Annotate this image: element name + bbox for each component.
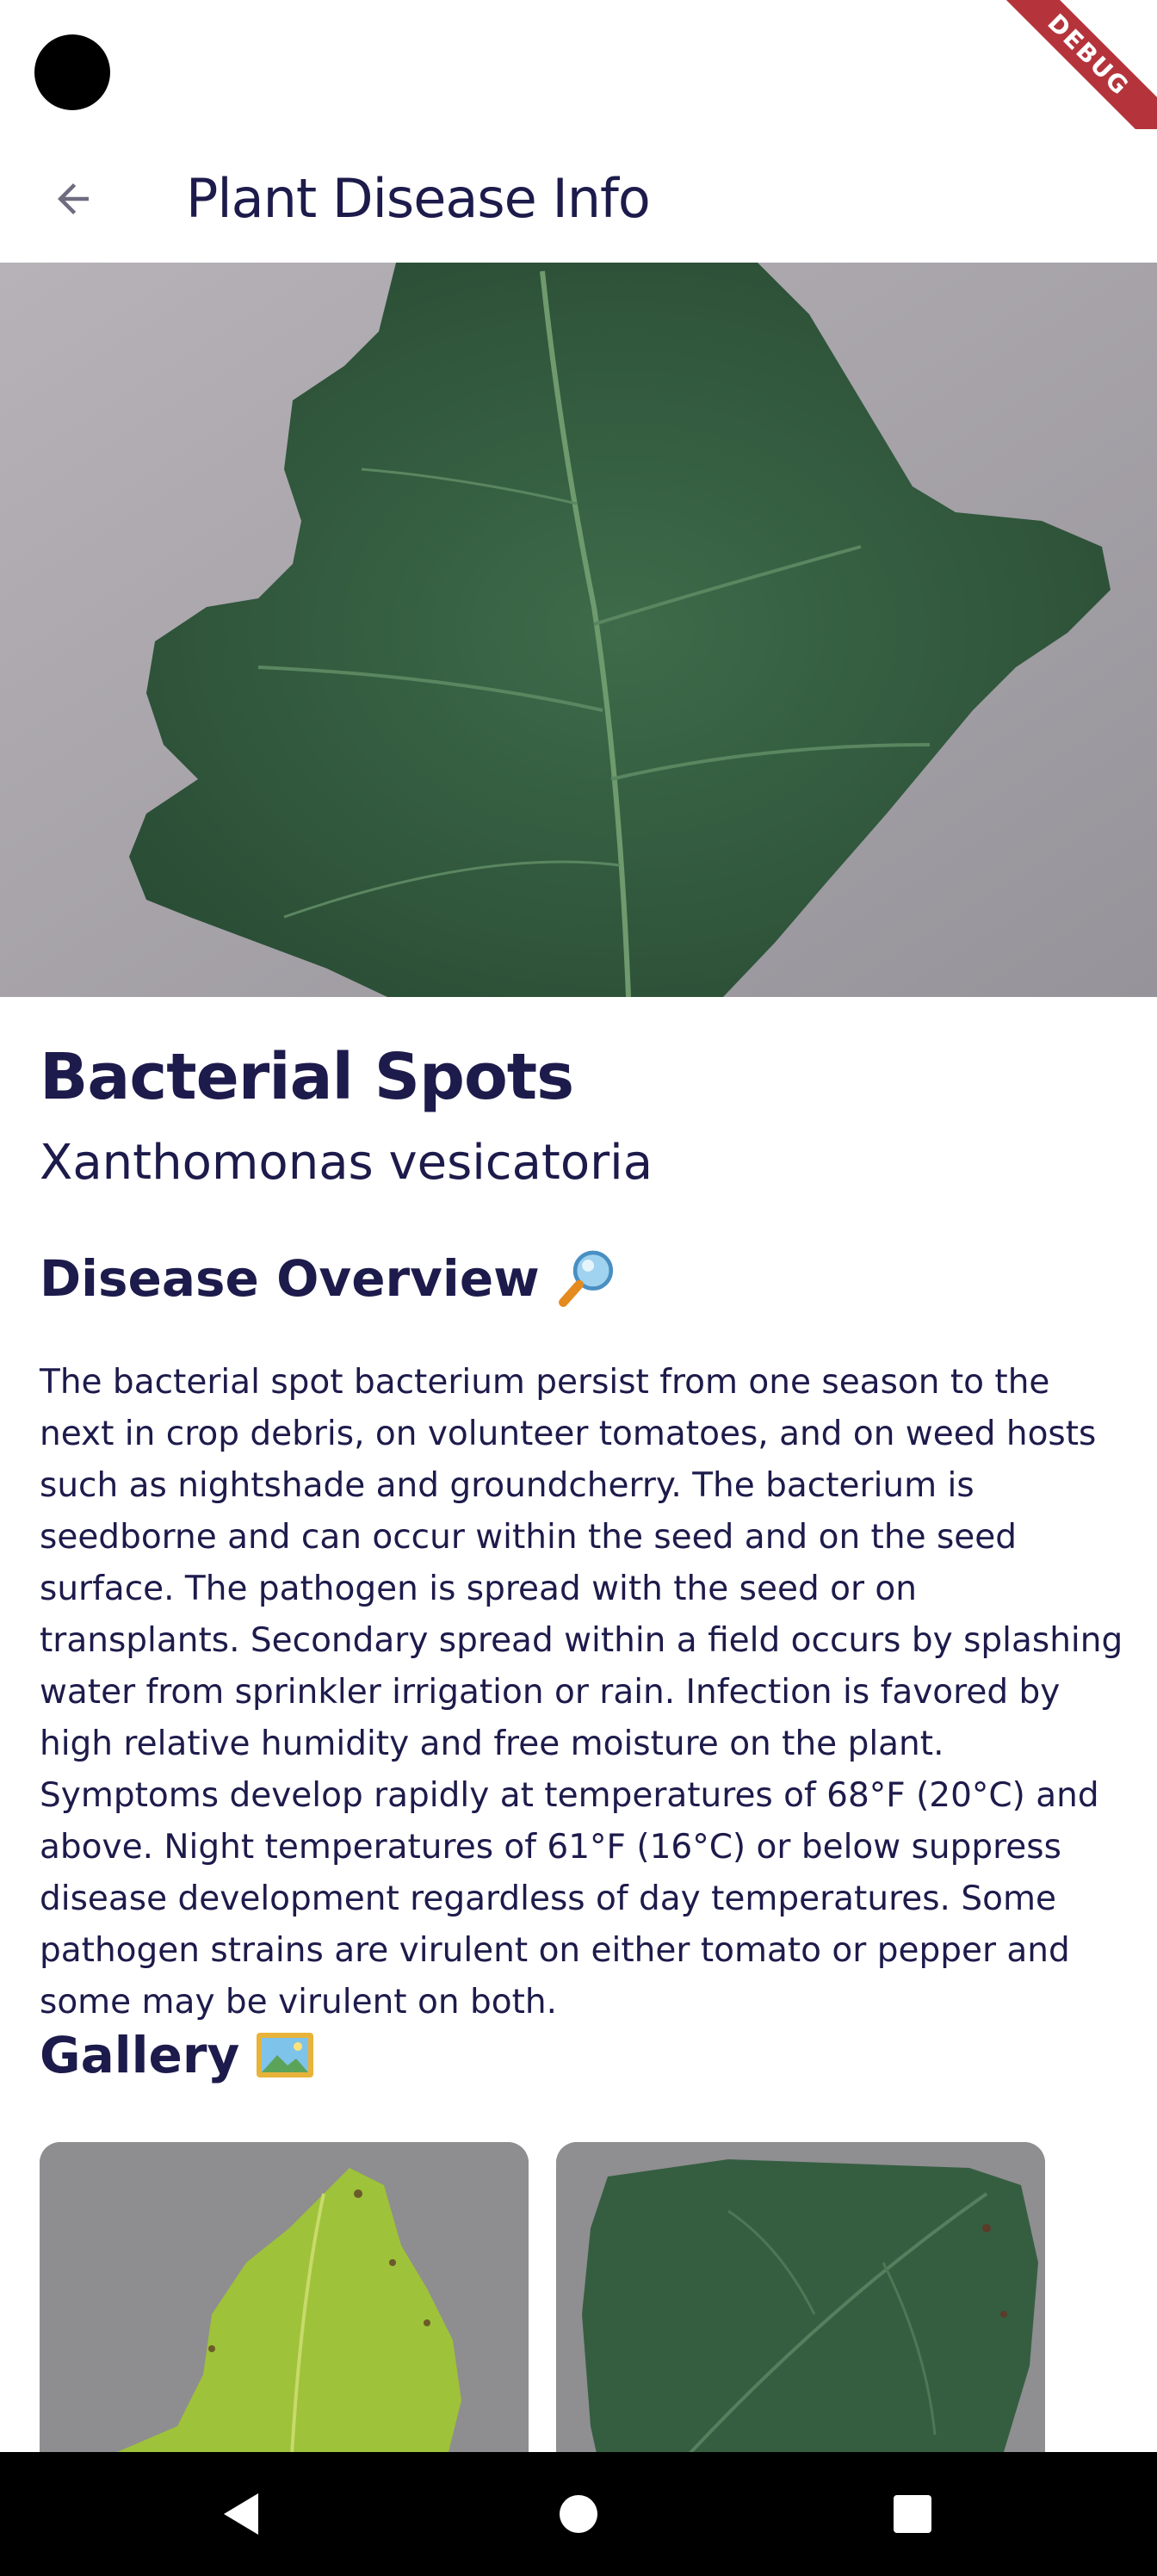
gallery-item[interactable] (556, 2142, 1045, 2452)
magnifying-glass-icon (558, 1250, 613, 1307)
status-bar (0, 0, 1157, 129)
app-bar: Plant Disease Info (0, 129, 1157, 263)
nav-home-icon (560, 2495, 597, 2533)
nav-back-button[interactable] (215, 2488, 267, 2540)
gallery-heading-label: Gallery (40, 2026, 240, 2084)
nav-recents-button[interactable] (887, 2488, 938, 2540)
overview-text: The bacterial spot bacterium persist fro… (40, 1363, 1123, 2022)
green-leaf-image (556, 2142, 1045, 2452)
system-nav-bar (0, 2452, 1157, 2576)
back-button[interactable] (34, 160, 112, 238)
hero-image (0, 263, 1157, 997)
scientific-name: Xanthomonas vesicatoria (40, 1135, 653, 1191)
overview-heading: Disease Overview (40, 1247, 619, 1310)
camera-cutout (34, 34, 110, 110)
disease-name: Bacterial Spots (40, 1040, 574, 1114)
gallery (40, 2142, 1157, 2452)
yellowing-leaf-image (40, 2142, 529, 2452)
nav-recents-icon (894, 2495, 931, 2533)
framed-picture-icon (257, 2033, 314, 2078)
gallery-heading: Gallery (40, 2026, 315, 2084)
nav-home-button[interactable] (553, 2488, 604, 2540)
nav-back-icon (224, 2493, 258, 2535)
arrow-back-icon (58, 183, 89, 214)
overview-heading-label: Disease Overview (40, 1249, 540, 1308)
gallery-item[interactable] (40, 2142, 529, 2452)
tomato-leaf-image (0, 263, 1157, 997)
page-title: Plant Disease Info (186, 167, 651, 230)
